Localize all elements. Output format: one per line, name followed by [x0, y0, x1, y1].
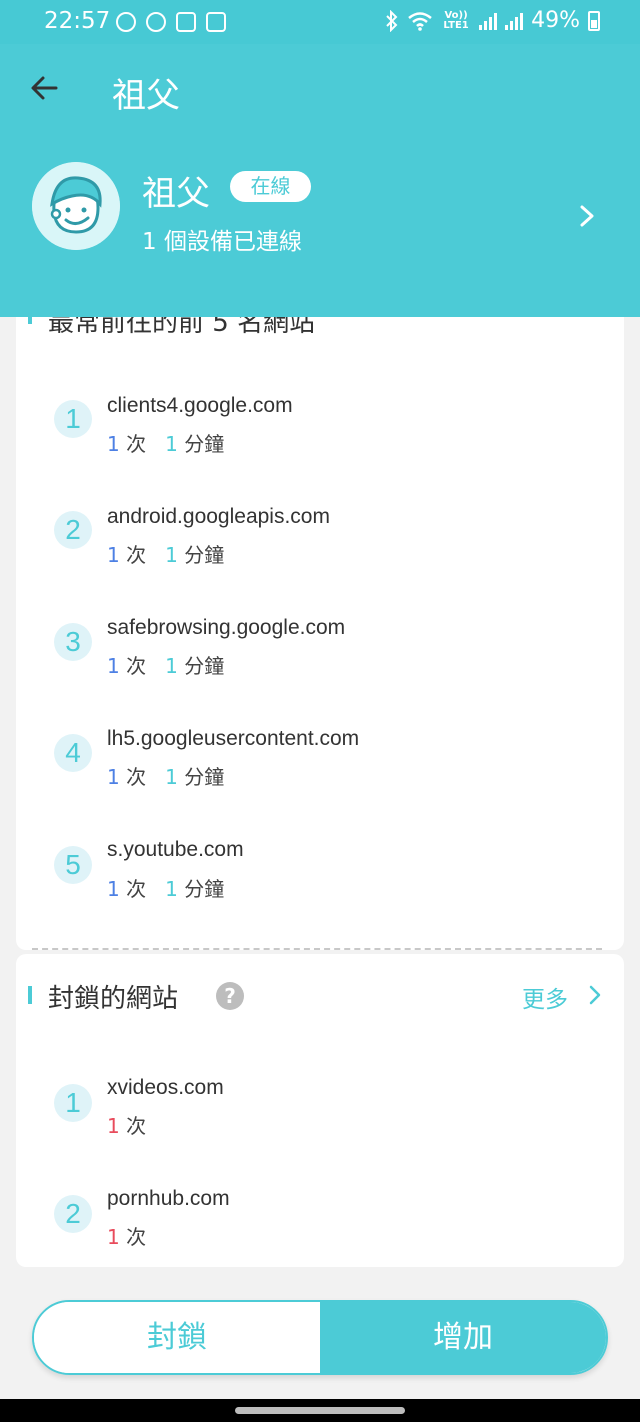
battery-percent: 49% — [531, 8, 580, 33]
avatar[interactable] — [32, 162, 120, 250]
site-domain: android.googleapis.com — [107, 505, 330, 528]
status-time: 22:57 — [44, 8, 111, 34]
rank-badge: 2 — [54, 1195, 92, 1233]
profile-name: 祖父 — [142, 174, 210, 214]
minute-unit: 分鐘 — [184, 432, 225, 456]
list-item[interactable]: 1 xvideos.com 1 次 — [16, 1060, 624, 1160]
minute-count: 1 — [165, 543, 178, 567]
site-stats: 1 次 1 分鐘 — [107, 539, 224, 568]
add-button[interactable]: 增加 — [320, 1302, 606, 1373]
visit-unit: 次 — [126, 877, 147, 901]
volte-label: Vo)) LTE1 — [443, 9, 469, 31]
minute-count: 1 — [165, 765, 178, 789]
minute-unit: 分鐘 — [184, 765, 225, 789]
status-bar: 22:57 Vo)) LTE1 49% — [0, 0, 640, 44]
notification-icons — [116, 12, 226, 32]
minute-count: 1 — [165, 877, 178, 901]
list-item[interactable]: 2 android.googleapis.com 1 次 1 分鐘 — [16, 492, 624, 592]
bluetooth-icon — [386, 9, 398, 32]
site-stats: 1 次 — [107, 1110, 146, 1139]
image-icon — [206, 12, 226, 32]
site-domain: safebrowsing.google.com — [107, 616, 346, 639]
more-link[interactable]: 更多 — [522, 980, 568, 1014]
list-item[interactable]: 5 s.youtube.com 1 次 1 分鐘 — [16, 826, 624, 926]
action-button-group: 封鎖 增加 — [32, 1300, 608, 1375]
back-arrow-icon[interactable] — [28, 72, 60, 104]
status-badge: 在線 — [230, 171, 311, 202]
site-domain: clients4.google.com — [107, 394, 293, 417]
visit-unit: 次 — [126, 765, 147, 789]
chevron-right-icon[interactable] — [578, 204, 596, 228]
system-icons: Vo)) LTE1 49% — [385, 8, 600, 33]
minute-unit: 分鐘 — [184, 543, 225, 567]
boy-avatar-icon — [32, 162, 120, 250]
site-domain: xvideos.com — [107, 1076, 224, 1099]
visit-unit: 次 — [126, 543, 147, 567]
devices-connected-text: 1 個設備已連線 — [142, 229, 302, 255]
navigation-bar — [0, 1399, 640, 1422]
blocked-sites-card: 封鎖的網站 ? 更多 1 xvideos.com 1 次 2 pornhub.c… — [16, 954, 624, 1267]
list-item[interactable]: 2 pornhub.com 1 次 — [16, 1171, 624, 1267]
minute-count: 1 — [165, 654, 178, 678]
minute-unit: 分鐘 — [184, 654, 225, 678]
visit-count: 1 — [107, 654, 120, 678]
site-stats: 1 次 1 分鐘 — [107, 650, 224, 679]
page-title: 祖父 — [112, 76, 180, 116]
visit-count: 1 — [107, 432, 120, 456]
visit-count: 1 — [107, 765, 120, 789]
accessibility-icon — [146, 12, 166, 32]
profile-header: 祖父 祖父 在線 1 個設備已連線 — [0, 44, 640, 317]
top-sites-card: 最常前往的前 5 名網站 1 clients4.google.com 1 次 1… — [16, 280, 624, 950]
minute-unit: 分鐘 — [184, 877, 225, 901]
visit-count: 1 — [107, 543, 120, 567]
signal-icon-2 — [505, 12, 524, 30]
battery-icon — [588, 10, 600, 31]
site-domain: lh5.googleusercontent.com — [107, 727, 360, 750]
rank-badge: 5 — [54, 846, 92, 884]
chevron-right-icon[interactable] — [588, 985, 602, 1005]
rank-badge: 2 — [54, 511, 92, 549]
site-stats: 1 次 1 分鐘 — [107, 873, 224, 902]
rank-badge: 1 — [54, 400, 92, 438]
site-stats: 1 次 1 分鐘 — [107, 761, 224, 790]
rank-badge: 4 — [54, 734, 92, 772]
block-count: 1 — [107, 1225, 120, 1249]
block-unit: 次 — [126, 1114, 147, 1138]
whatsapp-icon — [116, 12, 136, 32]
rank-badge: 1 — [54, 1084, 92, 1122]
minute-count: 1 — [165, 432, 178, 456]
site-domain: pornhub.com — [107, 1187, 230, 1210]
site-stats: 1 次 — [107, 1221, 146, 1250]
divider — [32, 948, 602, 950]
block-unit: 次 — [126, 1225, 147, 1249]
signal-icon — [479, 12, 498, 30]
blocked-sites-title: 封鎖的網站 — [48, 984, 179, 1014]
list-item[interactable]: 3 safebrowsing.google.com 1 次 1 分鐘 — [16, 603, 624, 703]
block-button[interactable]: 封鎖 — [34, 1302, 320, 1373]
wifi-icon — [408, 11, 432, 31]
visit-count: 1 — [107, 877, 120, 901]
clipboard-icon — [176, 12, 196, 32]
block-count: 1 — [107, 1114, 120, 1138]
site-stats: 1 次 1 分鐘 — [107, 428, 224, 457]
site-domain: s.youtube.com — [107, 838, 244, 861]
list-item[interactable]: 4 lh5.googleusercontent.com 1 次 1 分鐘 — [16, 715, 624, 815]
visit-unit: 次 — [126, 654, 147, 678]
rank-badge: 3 — [54, 623, 92, 661]
help-icon[interactable]: ? — [216, 982, 244, 1010]
section-accent — [28, 986, 32, 1004]
list-item[interactable]: 1 clients4.google.com 1 次 1 分鐘 — [16, 380, 624, 480]
home-handle[interactable] — [235, 1407, 405, 1414]
visit-unit: 次 — [126, 432, 147, 456]
